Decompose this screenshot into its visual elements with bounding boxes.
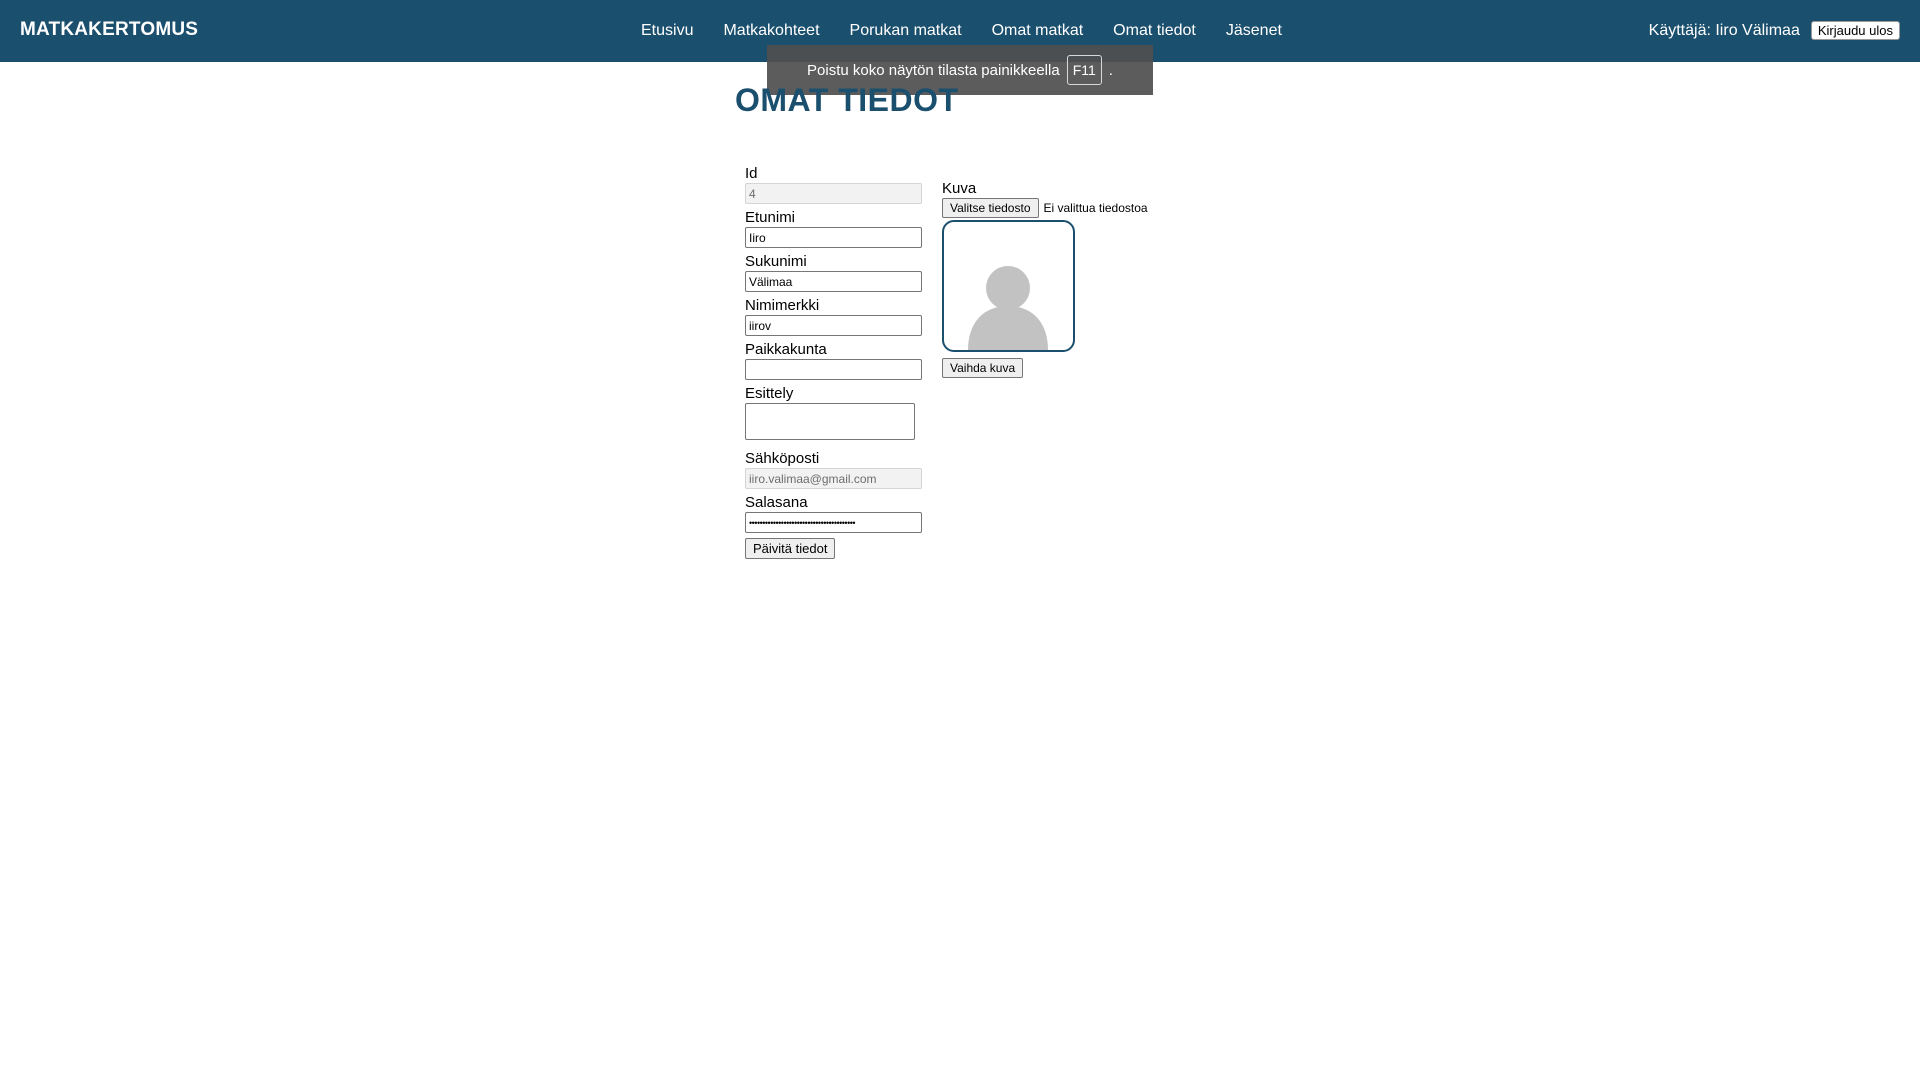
default-user-avatar-icon — [968, 266, 1048, 350]
site-logo[interactable]: MATKAKERTOMUS — [20, 19, 198, 41]
city-field[interactable] — [745, 359, 922, 380]
city-label: Paikkakunta — [745, 341, 827, 358]
nav-item-etusivu[interactable]: Etusivu — [641, 22, 693, 40]
current-user-label: Käyttäjä: Iiro Välimaa — [1648, 21, 1800, 39]
firstname-field[interactable] — [745, 227, 922, 248]
f11-key-badge: F11 — [1066, 55, 1102, 85]
fullscreen-notice-text: Poistu koko näytön tilasta painikkeella — [807, 61, 1060, 79]
password-field[interactable] — [745, 512, 922, 533]
email-field — [745, 468, 922, 489]
no-file-selected-text: Ei valittua tiedostoa — [1043, 201, 1148, 215]
password-label: Salasana — [745, 494, 808, 511]
nickname-field[interactable] — [745, 315, 922, 336]
firstname-label: Etunimi — [745, 209, 796, 226]
nav-item-omat-tiedot[interactable]: Omat tiedot — [1113, 22, 1196, 40]
lastname-label: Sukunimi — [745, 253, 807, 270]
email-label: Sähköposti — [745, 450, 820, 467]
intro-label: Esittely — [745, 385, 794, 402]
avatar — [942, 220, 1075, 352]
nickname-label: Nimimerkki — [745, 297, 820, 314]
nav-item-omat-matkat[interactable]: Omat matkat — [992, 22, 1084, 40]
lastname-field[interactable] — [745, 271, 922, 292]
update-info-button[interactable]: Päivitä tiedot — [745, 538, 836, 559]
nav-item-matkakohteet[interactable]: Matkakohteet — [723, 22, 819, 40]
intro-textarea[interactable] — [745, 403, 915, 440]
picture-label: Kuva — [942, 180, 977, 197]
id-field — [745, 183, 922, 204]
logout-button[interactable]: Kirjaudu ulos — [1810, 21, 1900, 40]
nav-item-jasenet[interactable]: Jäsenet — [1226, 22, 1282, 40]
file-chooser: Valitse tiedosto Ei valittua tiedostoa — [942, 198, 1148, 218]
main-nav: Etusivu Matkakohteet Porukan matkat Omat… — [641, 22, 1312, 40]
profile-picture-section: Kuva Valitse tiedosto Ei valittua tiedos… — [942, 180, 1148, 378]
user-area: Käyttäjä: Iiro Välimaa Kirjaudu ulos — [1649, 21, 1900, 40]
nav-item-porukan-matkat[interactable]: Porukan matkat — [850, 22, 962, 40]
fullscreen-notice-suffix: . — [1108, 61, 1113, 79]
page-title: OMAT TIEDOT — [735, 82, 959, 118]
profile-form: Id Etunimi Sukunimi Nimimerkki Paikkakun… — [745, 165, 925, 559]
choose-file-button[interactable]: Valitse tiedosto — [942, 198, 1039, 218]
change-picture-button[interactable]: Vaihda kuva — [942, 358, 1024, 378]
id-label: Id — [745, 165, 758, 182]
